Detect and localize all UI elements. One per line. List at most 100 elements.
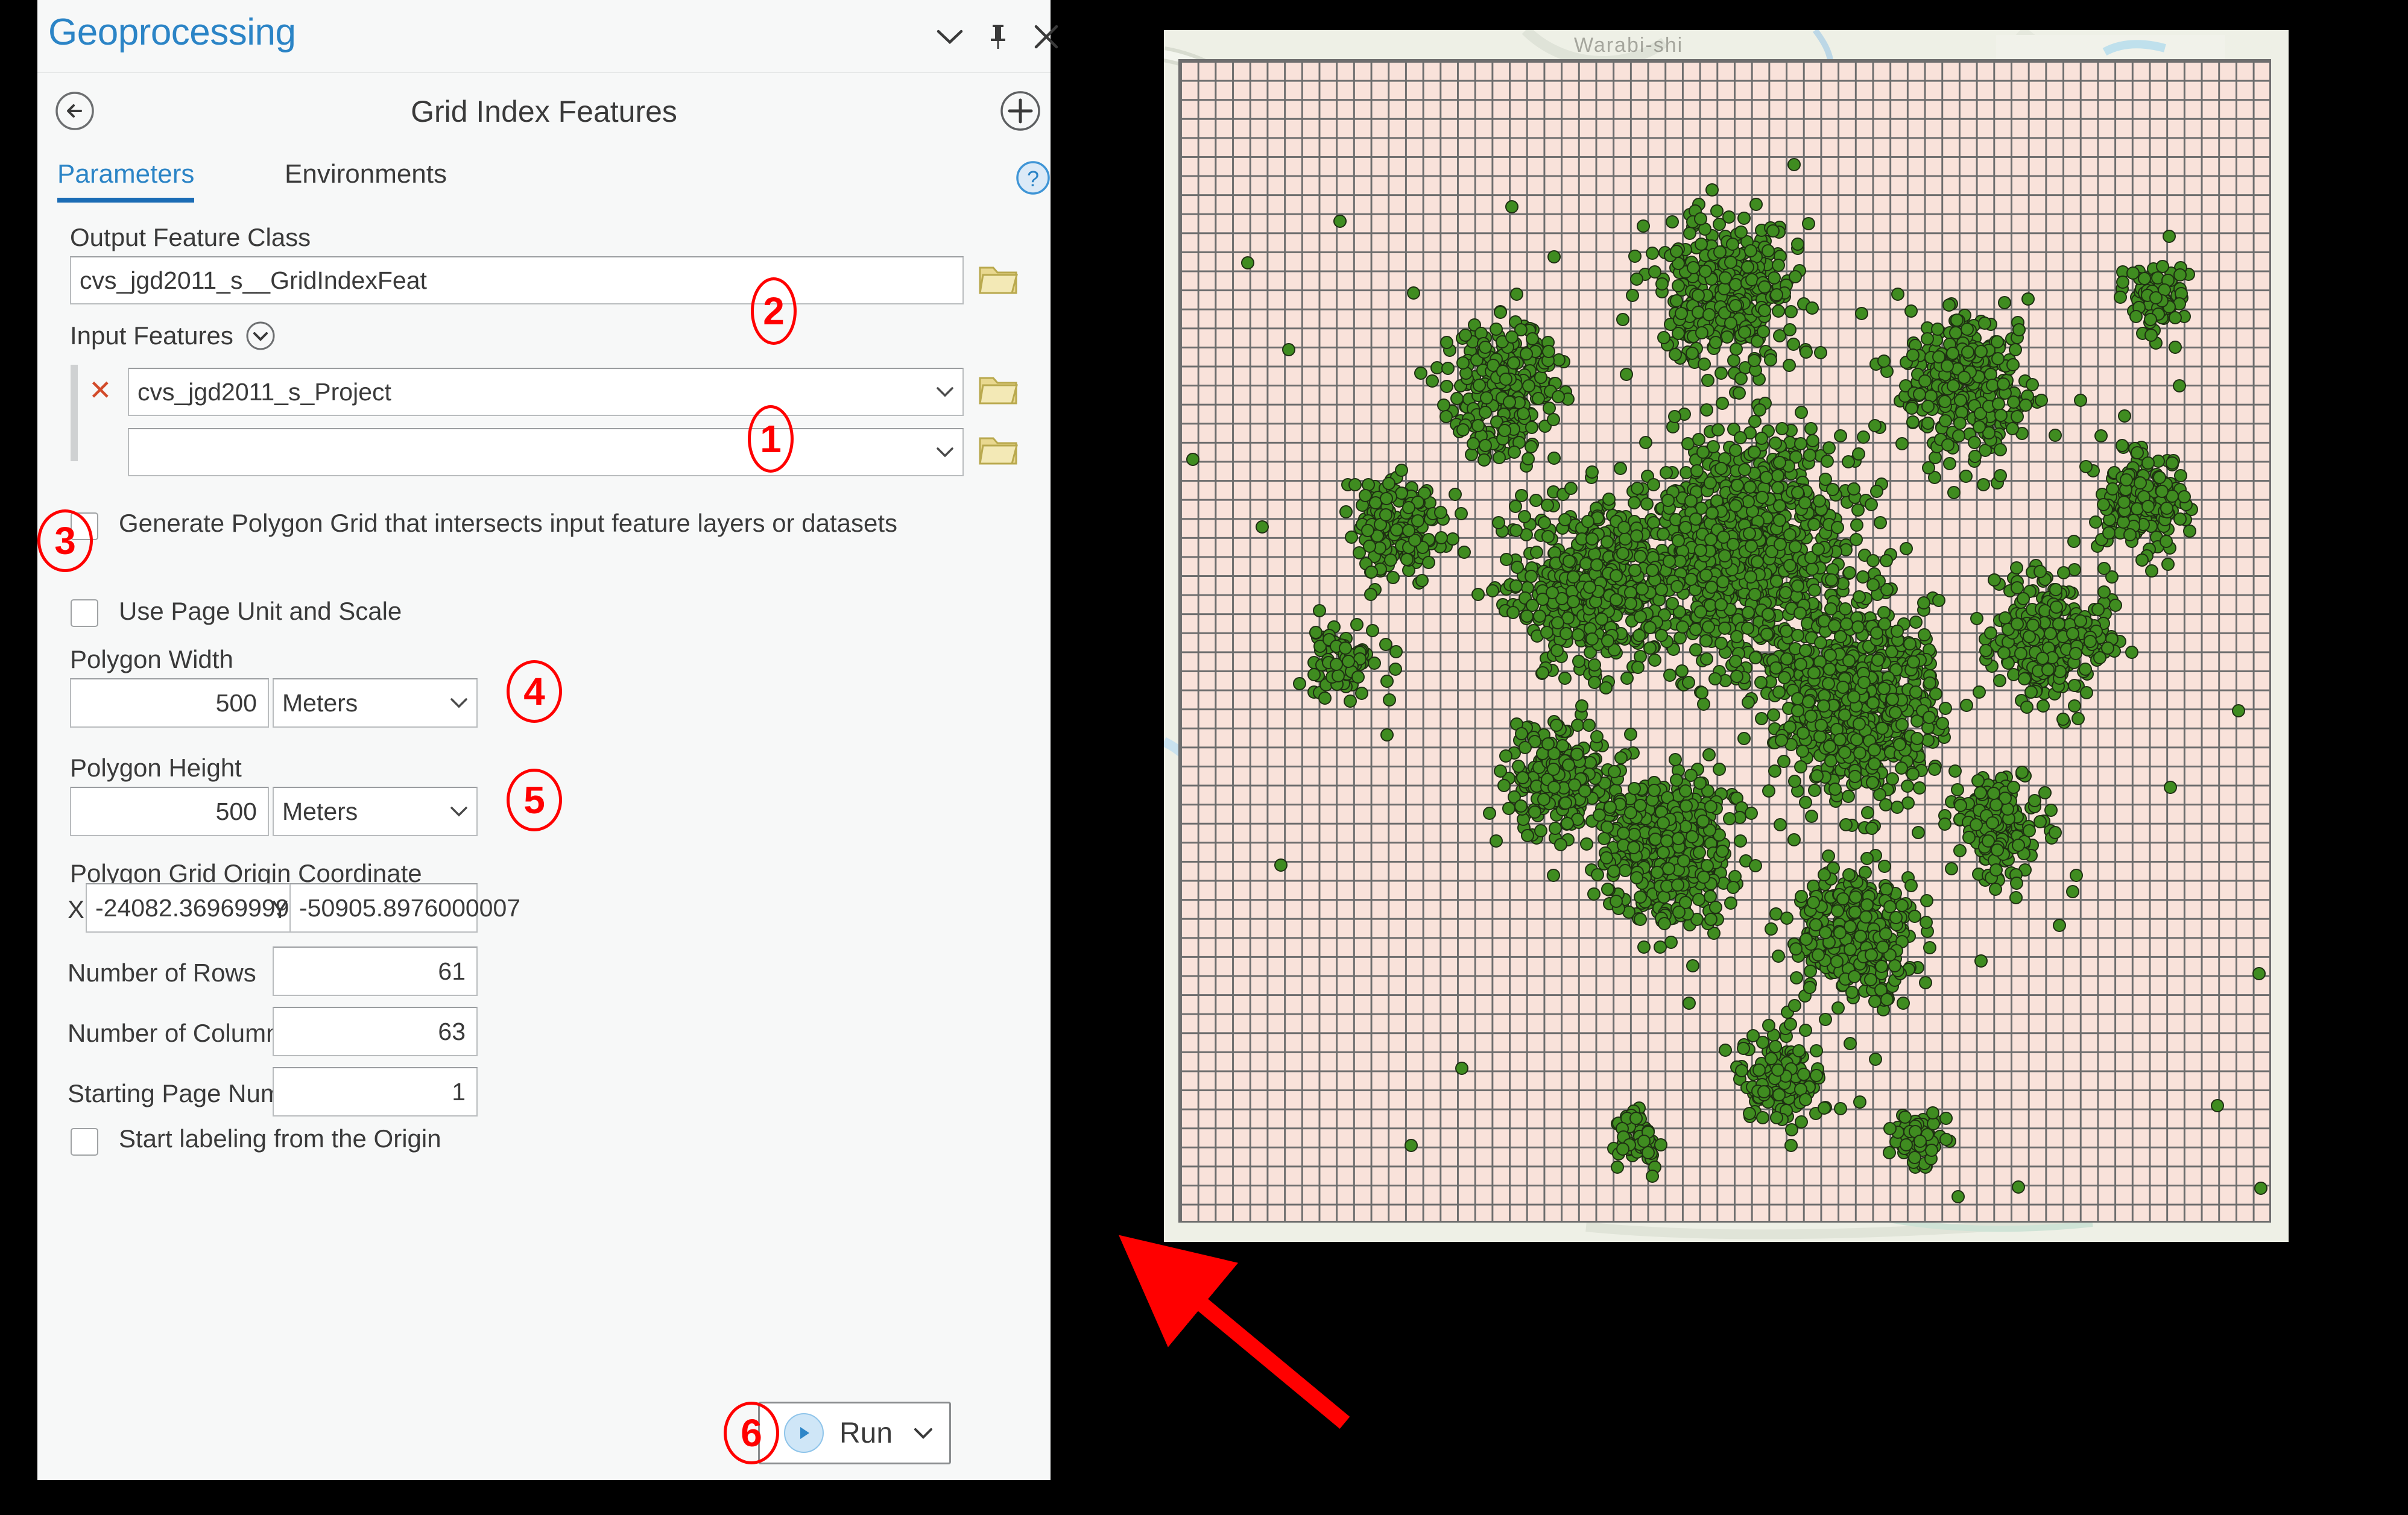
map-point-feature: [1879, 927, 1892, 940]
chevron-down-circle-icon[interactable]: [244, 320, 277, 352]
input-features-group-bar: [71, 365, 78, 461]
map-view[interactable]: Warabi-shi: [1164, 30, 2289, 1242]
polygon-height-unit-select[interactable]: Meters: [273, 787, 478, 836]
map-point-feature: [1552, 389, 1566, 403]
number-of-columns-label: Number of Columns: [68, 1019, 293, 1047]
map-point-feature: [1943, 456, 1957, 470]
map-point-feature: [1748, 445, 1762, 459]
map-point-feature: [1754, 432, 1768, 446]
map-point-feature: [1775, 421, 1789, 435]
run-button[interactable]: Run: [758, 1402, 951, 1464]
map-point-feature: [1891, 287, 1904, 301]
remove-x-icon[interactable]: ✕: [89, 374, 112, 406]
starting-page-number-value: 1: [452, 1077, 466, 1106]
polygon-width-label: Polygon Width: [70, 645, 233, 673]
plus-circle-icon[interactable]: [997, 88, 1043, 134]
map-point-feature: [1690, 464, 1704, 477]
input-features-row-2[interactable]: [128, 428, 964, 476]
map-point-feature: [1763, 353, 1777, 367]
tab-environments[interactable]: Environments: [285, 159, 447, 189]
help-icon[interactable]: ?: [1014, 159, 1052, 197]
chevron-down-icon[interactable]: [441, 788, 476, 835]
annotation-badge-6: 6: [724, 1402, 779, 1464]
map-point-feature: [1886, 692, 1900, 706]
polygon-width-unit-select[interactable]: Meters: [273, 678, 478, 728]
chevron-down-icon[interactable]: [441, 679, 476, 726]
map-point-feature: [1636, 219, 1650, 233]
map-point-feature: [1771, 468, 1785, 482]
polygon-height-input[interactable]: 500: [70, 787, 269, 836]
starting-page-number-input[interactable]: 1: [273, 1067, 478, 1117]
map-point-feature: [2089, 515, 2103, 529]
map-point-feature: [1572, 654, 1586, 668]
map-point-feature: [1935, 716, 1949, 730]
map-point-feature: [1692, 288, 1705, 302]
map-point-feature: [2100, 641, 2114, 655]
chevron-down-icon[interactable]: [927, 369, 962, 415]
tab-parameters[interactable]: Parameters: [57, 159, 195, 203]
tool-title: Grid Index Features: [411, 95, 677, 128]
map-point-feature: [1762, 784, 1775, 798]
chevron-down-icon[interactable]: [930, 17, 970, 57]
map-point-feature: [1493, 305, 1507, 319]
map-point-feature: [1921, 461, 1935, 474]
input-features-row-1[interactable]: cvs_jgd2011_s_Project: [128, 368, 964, 416]
map-point-feature: [1699, 634, 1713, 647]
map-point-feature: [2125, 645, 2139, 659]
map-point-feature: [2155, 484, 2169, 498]
map-point-feature: [1769, 436, 1783, 450]
map-point-feature: [1634, 549, 1648, 563]
map-point-feature: [1798, 496, 1812, 509]
map-point-feature: [1590, 558, 1604, 572]
use-page-unit-checkbox[interactable]: [71, 599, 98, 627]
map-point-feature: [1994, 443, 2008, 456]
map-point-feature: [2014, 647, 2027, 661]
origin-x-input[interactable]: -24082.3696999997: [86, 883, 317, 933]
map-point-feature: [1629, 272, 1643, 286]
map-point-feature: [1911, 826, 1925, 840]
polygon-width-input[interactable]: 500: [70, 678, 269, 728]
map-point-feature: [1587, 658, 1601, 672]
folder-icon[interactable]: [978, 371, 1018, 407]
map-point-feature: [1906, 655, 1920, 669]
annotation-badge-4: 4: [507, 660, 562, 723]
map-point-feature: [1643, 620, 1657, 634]
folder-icon[interactable]: [978, 431, 1018, 467]
map-point-feature: [1534, 824, 1547, 837]
map-point-feature: [1709, 335, 1723, 349]
folder-icon[interactable]: [978, 260, 1018, 297]
map-point-feature: [2071, 712, 2085, 726]
map-point-feature: [1854, 929, 1868, 943]
map-point-feature: [1799, 932, 1813, 946]
number-of-rows-input[interactable]: 61: [273, 946, 478, 996]
map-point-feature: [1983, 626, 1997, 640]
output-feature-class-input[interactable]: cvs_jgd2011_s__GridIndexFeat: [70, 256, 964, 304]
map-point-feature: [1713, 217, 1727, 231]
chevron-down-icon[interactable]: [927, 429, 962, 475]
chevron-down-icon[interactable]: [913, 1426, 934, 1440]
map-point-feature: [1628, 781, 1642, 795]
map-point-feature: [1759, 471, 1773, 485]
number-of-columns-input[interactable]: 63: [273, 1007, 478, 1056]
map-point-feature: [1865, 821, 1879, 835]
map-point-feature: [1724, 255, 1737, 269]
origin-y-input[interactable]: -50905.8976000007: [289, 883, 520, 933]
map-point-feature: [1697, 870, 1711, 884]
map-point-feature: [1639, 435, 1652, 449]
map-point-feature: [1716, 397, 1730, 411]
map-point-feature: [1560, 817, 1574, 830]
origin-x-label: X: [68, 895, 85, 924]
map-point-feature: [1921, 416, 1935, 430]
close-icon[interactable]: [1026, 17, 1066, 57]
map-point-feature: [1607, 765, 1621, 779]
start-labeling-checkbox[interactable]: [71, 1128, 98, 1156]
map-point-feature: [1761, 608, 1775, 622]
map-point-feature: [1671, 831, 1685, 845]
map-point-feature: [1613, 461, 1627, 475]
map-point-feature: [1895, 899, 1909, 913]
map-point-feature: [1609, 894, 1623, 908]
map-point-feature: [1857, 430, 1871, 444]
pin-icon[interactable]: [978, 17, 1018, 57]
map-point-feature: [1558, 671, 1572, 685]
map-point-feature: [1514, 799, 1528, 813]
